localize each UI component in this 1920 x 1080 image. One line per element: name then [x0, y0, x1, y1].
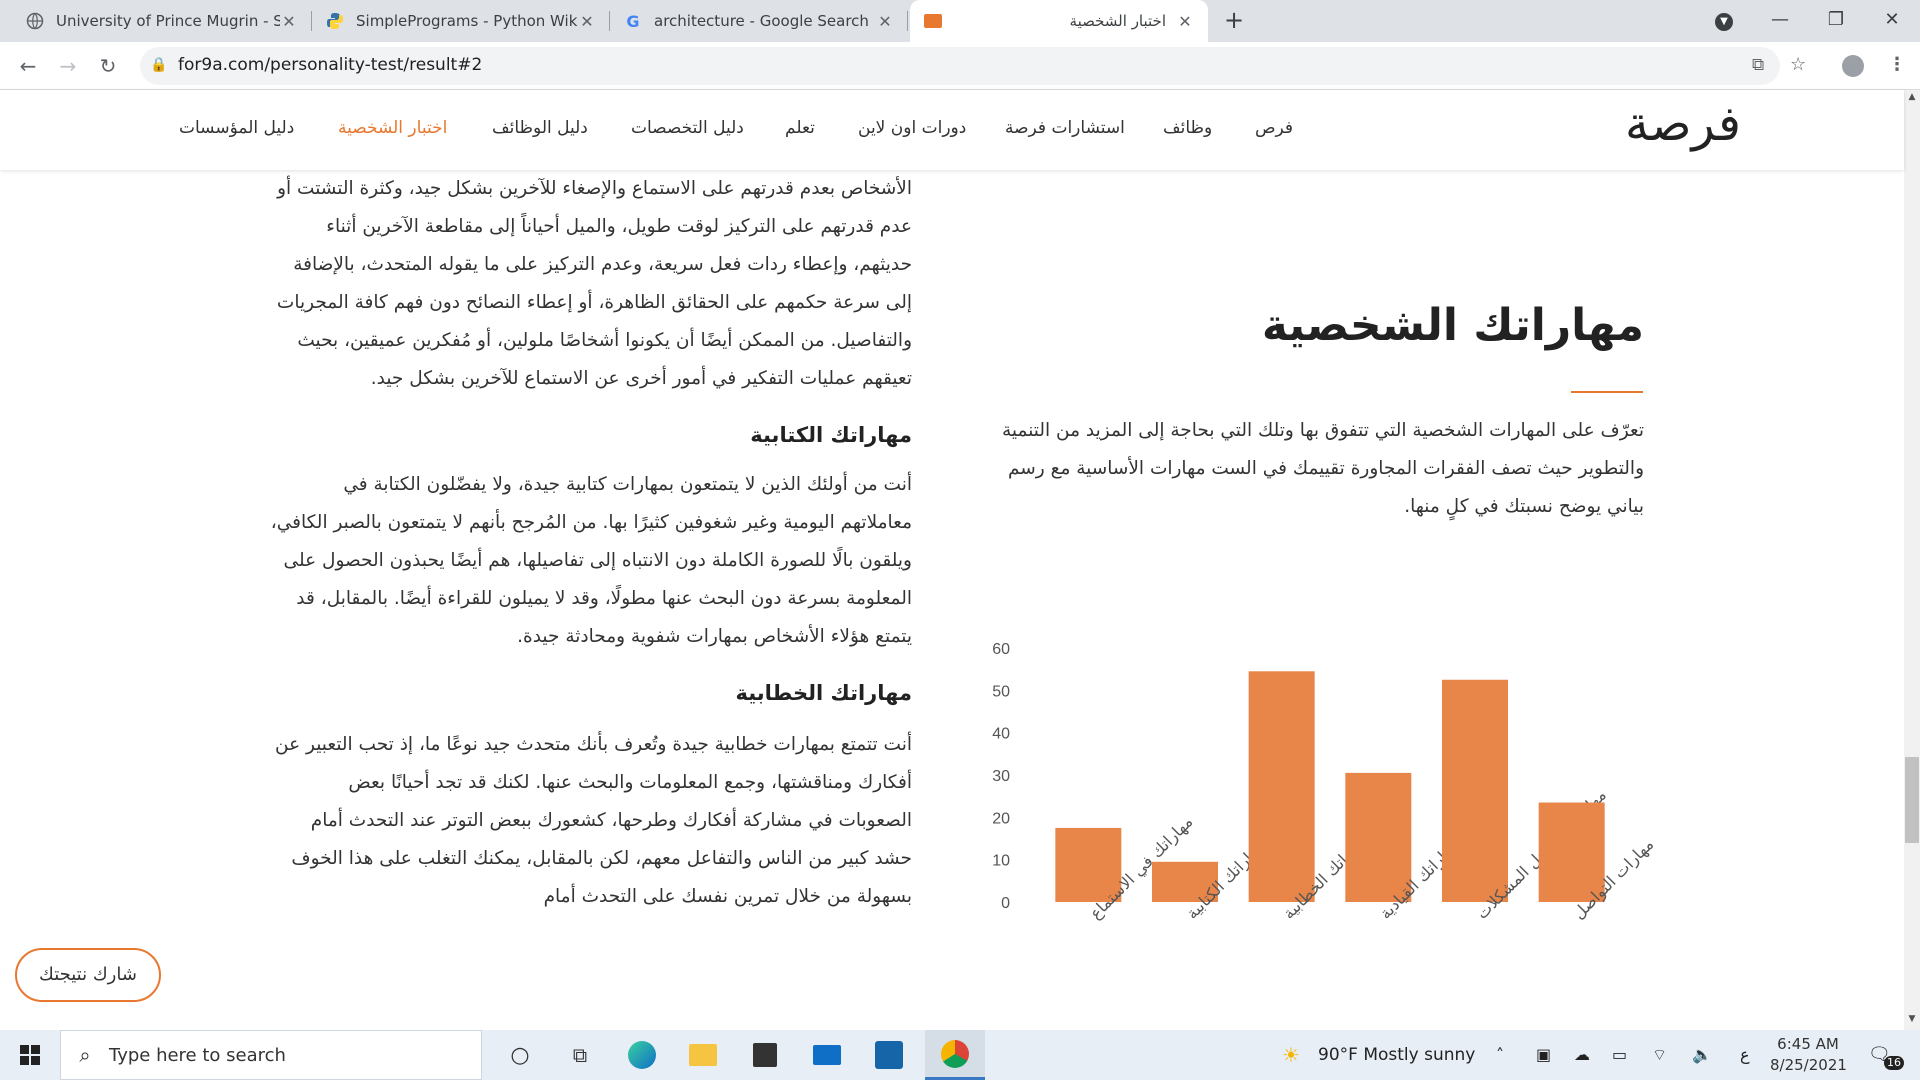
heading-speech-skills: مهاراتك الخطابية: [735, 681, 912, 705]
tab-close-icon[interactable]: ✕: [876, 12, 894, 31]
browser-tab[interactable]: G architecture - Google Search ✕: [610, 0, 908, 42]
forward-arrow-icon[interactable]: →: [54, 52, 82, 80]
bookmark-star-icon[interactable]: ☆: [1790, 54, 1806, 75]
y-tick-label: 40: [992, 726, 1010, 743]
language-indicator[interactable]: ع: [1740, 1030, 1750, 1080]
site-icon: [924, 12, 942, 30]
tab-close-icon[interactable]: ✕: [578, 12, 596, 31]
y-tick-label: 50: [992, 683, 1010, 700]
nav-personality-test[interactable]: اختبار الشخصية: [338, 118, 447, 138]
file-explorer-icon[interactable]: [678, 1030, 728, 1080]
clock-time: 6:45 AM: [1777, 1035, 1839, 1053]
back-arrow-icon[interactable]: ←: [14, 52, 42, 80]
paragraph-listening: الأشخاص بعدم قدرتهم على الاستماع والإصغا…: [276, 178, 912, 389]
reload-icon[interactable]: ↻: [94, 52, 122, 80]
nav-consultations[interactable]: استشارات فرصة: [1005, 118, 1125, 138]
browser-tab-strip: University of Prince Mugrin - Stu ✕ Simp…: [0, 0, 1920, 42]
bar-chart-svg: 0102030405060مهاراتك في الاستماعمهاراتك …: [992, 641, 1658, 924]
tab-title: architecture - Google Search: [654, 12, 869, 30]
profile-avatar-icon[interactable]: [1842, 55, 1864, 77]
site-header: فرصة فرص وظائف استشارات فرصة دورات اون ل…: [0, 90, 1904, 170]
edge-icon[interactable]: [617, 1030, 667, 1080]
address-bar-row: ← → ↻ 🔒 for9a.com/personality-test/resul…: [0, 42, 1920, 90]
y-tick-label: 60: [992, 641, 1010, 658]
title-underline: [1571, 391, 1643, 393]
app-icon[interactable]: [864, 1030, 914, 1080]
left-column: الأشخاص بعدم قدرتهم على الاستماع والإصغا…: [270, 170, 912, 916]
y-tick-label: 30: [992, 768, 1010, 785]
notification-icon[interactable]: 🗨: [1868, 1030, 1891, 1080]
url-text[interactable]: for9a.com/personality-test/result#2: [178, 55, 482, 75]
windows-taskbar: ⌕ Type here to search ○ ⧉ ☀ 90°F Mostly …: [0, 1030, 1920, 1080]
scroll-down-arrow[interactable]: ▼: [1904, 1014, 1920, 1024]
page-scrollbar[interactable]: [1904, 90, 1920, 1030]
weather-icon[interactable]: ☀: [1282, 1030, 1300, 1080]
maximize-button[interactable]: ❐: [1808, 0, 1864, 42]
python-icon: [326, 12, 344, 30]
section-intro: تعرّف على المهارات الشخصية التي تتفوق به…: [1002, 420, 1644, 517]
windows-start-icon[interactable]: [0, 1030, 60, 1080]
y-tick-label: 20: [992, 810, 1010, 827]
close-window-button[interactable]: ✕: [1864, 0, 1920, 42]
nav-learn[interactable]: تعلم: [785, 118, 815, 138]
nav-online-courses[interactable]: دورات اون لاين: [858, 118, 966, 138]
scrollbar-thumb[interactable]: [1905, 757, 1919, 843]
mail-icon[interactable]: [802, 1030, 852, 1080]
nav-jobs[interactable]: وظائف: [1163, 118, 1212, 138]
lock-icon: 🔒: [150, 57, 168, 73]
nav-majors-guide[interactable]: دليل التخصصات: [631, 118, 744, 138]
omnibox[interactable]: 🔒 for9a.com/personality-test/result#2 ⧉: [140, 47, 1780, 85]
skills-chart: 0 10 20 30 40 50 60 مهاراتك في الاستماع مهاراتك …: [960, 610, 1660, 1030]
cortana-icon[interactable]: ○: [495, 1030, 545, 1080]
nav-opportunities[interactable]: فرص: [1255, 118, 1293, 138]
new-tab-button[interactable]: +: [1219, 6, 1249, 36]
browser-tab-active[interactable]: اختبار الشخصية ✕: [910, 0, 1208, 42]
clock[interactable]: 6:45 AM 8/25/2021: [1770, 1034, 1847, 1076]
tab-title: اختبار الشخصية: [1069, 12, 1166, 30]
nav-jobs-guide[interactable]: دليل الوظائف: [492, 118, 588, 138]
battery-icon[interactable]: ▭: [1612, 1030, 1627, 1080]
volume-icon[interactable]: 🔈: [1692, 1030, 1712, 1080]
heading-writing-skills: مهاراتك الكتابية: [750, 423, 912, 447]
chrome-icon[interactable]: [925, 1030, 985, 1080]
tab-close-icon[interactable]: ✕: [280, 12, 298, 31]
taskbar-search-placeholder: Type here to search: [109, 1044, 286, 1066]
tab-title: SimplePrograms - Python Wiki: [356, 12, 578, 30]
chart-bar[interactable]: [1442, 679, 1508, 902]
notification-count: 16: [1884, 1056, 1904, 1070]
taskbar-search-box[interactable]: ⌕ Type here to search: [60, 1030, 482, 1080]
site-logo[interactable]: فرصة: [1625, 96, 1741, 152]
tray-chevron-icon[interactable]: ˄: [1496, 1030, 1504, 1080]
paragraph-writing: أنت من أولئك الذين لا يتمتعون بمهارات كت…: [270, 474, 912, 647]
store-icon[interactable]: [740, 1030, 790, 1080]
scroll-up-arrow[interactable]: ▲: [1904, 92, 1920, 102]
y-tick-label: 10: [992, 853, 1010, 870]
tab-title: University of Prince Mugrin - Stu: [56, 12, 280, 30]
weather-text[interactable]: 90°F Mostly sunny: [1318, 1030, 1475, 1080]
task-view-icon[interactable]: ⧉: [555, 1030, 605, 1080]
globe-icon: [26, 12, 44, 30]
menu-kebab-icon[interactable]: ⋮: [1888, 54, 1906, 75]
page-viewport: الأشخاص بعدم قدرتهم على الاستماع والإصغا…: [0, 90, 1904, 1030]
translate-icon[interactable]: ⧉: [1752, 55, 1764, 75]
onedrive-icon[interactable]: ☁: [1574, 1030, 1590, 1080]
browser-tab[interactable]: University of Prince Mugrin - Stu ✕: [12, 0, 312, 42]
clock-date: 8/25/2021: [1770, 1056, 1847, 1074]
google-icon: G: [626, 11, 640, 31]
browser-tab[interactable]: SimplePrograms - Python Wiki ✕: [312, 0, 610, 42]
paragraph-speech: أنت تتمتع بمهارات خطابية جيدة وتُعرف بأن…: [275, 734, 912, 907]
minimize-button[interactable]: —: [1752, 0, 1808, 42]
network-icon[interactable]: ⌔: [1652, 1030, 1667, 1080]
meet-now-icon[interactable]: ▣: [1536, 1030, 1551, 1080]
share-result-button[interactable]: شارك نتيجتك: [15, 948, 161, 1002]
nav-institutions-guide[interactable]: دليل المؤسسات: [179, 118, 294, 138]
y-tick-label: 0: [1001, 895, 1010, 912]
tab-search-icon[interactable]: ▼: [1696, 0, 1752, 42]
tab-close-icon[interactable]: ✕: [1176, 12, 1194, 31]
section-title: مهاراتك الشخصية: [1261, 300, 1644, 351]
chart-bar[interactable]: [1248, 671, 1315, 902]
search-icon: ⌕: [79, 1043, 91, 1067]
